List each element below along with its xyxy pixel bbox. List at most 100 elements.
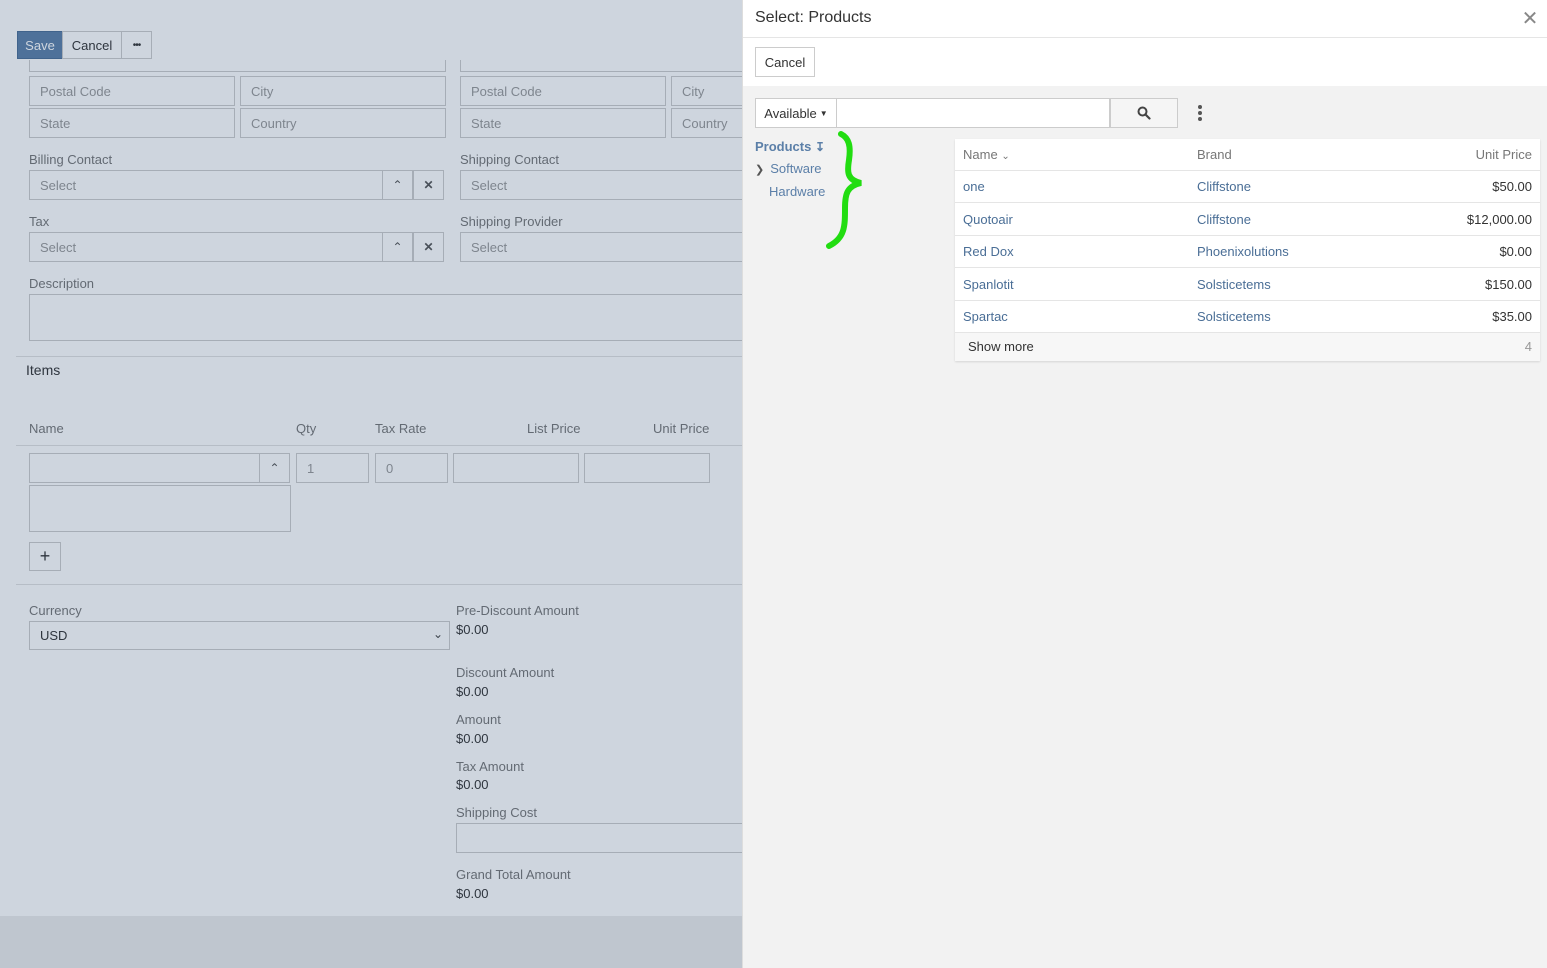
items-col-qty: Qty (296, 421, 317, 436)
item-qty-field[interactable]: 1 (296, 453, 369, 483)
row-price: $50.00 (1492, 179, 1532, 194)
row-price: $12,000.00 (1466, 212, 1532, 227)
divider (16, 445, 742, 446)
discount-label: Discount Amount (456, 665, 555, 680)
shipping-postal-code-field[interactable]: Postal Code (460, 76, 666, 106)
discount-value: $0.00 (456, 684, 489, 699)
footer-area (0, 916, 742, 968)
chevron-up-icon[interactable]: ⌃ (382, 170, 413, 200)
row-brand[interactable]: Cliffstone (1197, 212, 1251, 227)
items-title: Items (26, 362, 61, 378)
billing-city-field[interactable]: City (240, 76, 446, 106)
dialog-header: Select: Products ✕ (743, 0, 1547, 38)
table-row[interactable]: Red Dox Phoenixolutions $0.00 (955, 236, 1540, 268)
close-icon[interactable]: ✕ (1520, 9, 1540, 29)
kebab-menu-icon[interactable] (1192, 104, 1208, 122)
caret-down-icon: ▼ (819, 108, 828, 118)
table-row[interactable]: Quotoair Cliffstone $12,000.00 (955, 204, 1540, 236)
table-row[interactable]: Spanlotit Solsticetems $150.00 (955, 269, 1540, 301)
grand-total-value: $0.00 (456, 886, 489, 901)
billing-country-field[interactable]: Country (240, 108, 446, 138)
row-brand[interactable]: Solsticetems (1197, 277, 1271, 292)
tree-item-hardware[interactable]: Hardware (769, 184, 825, 199)
select-products-dialog: Select: Products ✕ Cancel Available ▼ Pr… (742, 0, 1547, 968)
shipping-contact-select[interactable]: Select (460, 170, 760, 200)
description-textarea[interactable] (29, 294, 759, 341)
billing-state-field[interactable]: State (29, 108, 235, 138)
items-col-name: Name (29, 421, 64, 436)
tax-amount-label: Tax Amount (456, 759, 524, 774)
currency-select[interactable]: USD ⌄ (29, 621, 450, 650)
shipping-state-field[interactable]: State (460, 108, 666, 138)
divider (16, 356, 742, 357)
col-header-unit-price[interactable]: Unit Price (1476, 147, 1532, 162)
pre-discount-value: $0.00 (456, 622, 489, 637)
row-name[interactable]: Spartac (963, 309, 1008, 324)
chevron-up-icon[interactable]: ⌃ (382, 232, 413, 262)
row-name[interactable]: one (963, 179, 985, 194)
row-brand[interactable]: Solsticetems (1197, 309, 1271, 324)
billing-contact-label: Billing Contact (29, 152, 113, 167)
items-col-unit-price: Unit Price (653, 421, 710, 436)
table-row[interactable]: Spartac Solsticetems $35.00 (955, 301, 1540, 333)
col-header-name[interactable]: Name ⌄ (963, 147, 1010, 162)
tree-root-products[interactable]: Products ↧ (755, 139, 825, 154)
divider (16, 584, 742, 585)
amount-value: $0.00 (456, 731, 489, 746)
billing-postal-code-field[interactable]: Postal Code (29, 76, 235, 106)
more-actions-button-top[interactable]: ••• (121, 31, 152, 59)
billing-contact-select[interactable]: Select (29, 170, 383, 200)
cancel-button-top[interactable]: Cancel (62, 31, 122, 59)
filter-dropdown[interactable]: Available ▼ (755, 98, 837, 128)
add-item-button[interactable]: + (29, 542, 61, 571)
shipping-provider-select[interactable]: Select (460, 232, 760, 262)
annotation-brace-icon (826, 131, 862, 249)
item-list-price-field[interactable] (453, 453, 579, 483)
chevron-down-icon: ⌄ (1001, 151, 1010, 162)
chevron-up-icon[interactable]: ⌃ (259, 453, 290, 483)
shipping-cost-field[interactable] (456, 823, 760, 853)
table-row[interactable]: one Cliffstone $50.00 (955, 171, 1540, 203)
row-brand[interactable]: Cliffstone (1197, 179, 1251, 194)
table-header: Name ⌄ Brand Unit Price (955, 139, 1540, 171)
grand-total-label: Grand Total Amount (456, 867, 571, 882)
description-label: Description (29, 276, 95, 291)
currency-label: Currency (29, 603, 82, 618)
chevron-right-icon: ❯ (755, 164, 765, 176)
row-brand[interactable]: Phoenixolutions (1197, 244, 1289, 259)
shipping-cost-label: Shipping Cost (456, 805, 537, 820)
item-unit-price-field[interactable] (584, 453, 710, 483)
search-icon (1137, 106, 1151, 120)
item-description-textarea[interactable] (29, 485, 291, 532)
row-name[interactable]: Quotoair (963, 212, 1013, 227)
row-price: $35.00 (1492, 309, 1532, 324)
dialog-cancel-button[interactable]: Cancel (755, 47, 815, 77)
show-more-row: Show more 4 (955, 333, 1540, 361)
products-table: Name ⌄ Brand Unit Price one Cliffstone $… (955, 139, 1540, 361)
clear-icon[interactable]: ✕ (413, 232, 444, 262)
show-more-link[interactable]: Show more (968, 339, 1034, 354)
row-name[interactable]: Red Dox (963, 244, 1014, 259)
items-col-tax-rate: Tax Rate (375, 421, 427, 436)
save-button-top[interactable]: Save (17, 31, 63, 59)
row-price: $0.00 (1499, 244, 1532, 259)
tax-label: Tax (29, 214, 50, 229)
items-col-list-price: List Price (527, 421, 581, 436)
dialog-title: Select: Products (755, 9, 872, 26)
search-input[interactable] (837, 98, 1110, 128)
col-header-brand[interactable]: Brand (1197, 147, 1232, 162)
amount-label: Amount (456, 712, 501, 727)
item-name-field[interactable] (29, 453, 260, 483)
pre-discount-label: Pre-Discount Amount (456, 603, 579, 618)
tree-item-software[interactable]: ❯ Software (755, 161, 822, 176)
chevron-down-icon: ⌄ (432, 627, 443, 641)
tax-select[interactable]: Select (29, 232, 383, 262)
item-tax-rate-field[interactable]: 0 (375, 453, 448, 483)
shipping-contact-label: Shipping Contact (460, 152, 560, 167)
row-name[interactable]: Spanlotit (963, 277, 1014, 292)
tax-amount-value: $0.00 (456, 777, 489, 792)
search-button[interactable] (1110, 98, 1178, 128)
clear-icon[interactable]: ✕ (413, 170, 444, 200)
shipping-provider-label: Shipping Provider (460, 214, 563, 229)
row-price: $150.00 (1485, 277, 1532, 292)
